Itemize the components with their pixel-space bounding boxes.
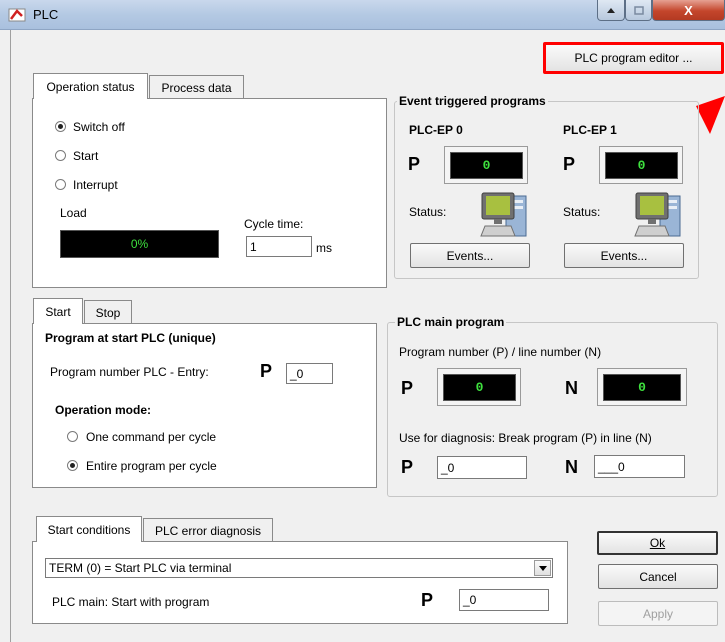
- cancel-label: Cancel: [639, 569, 677, 584]
- tab-stop[interactable]: Stop: [84, 300, 132, 324]
- entry-p-label: P: [260, 361, 273, 381]
- tab-start-conditions-label: Start conditions: [47, 522, 131, 537]
- radio-entire-program[interactable]: [67, 460, 78, 471]
- radio-one-command[interactable]: [67, 431, 78, 442]
- cycle-time-input[interactable]: 1: [246, 236, 312, 257]
- program-line-label: Program number (P) / line number (N): [399, 345, 602, 359]
- ep1-events-label: Events...: [600, 248, 648, 263]
- computer-status-icon: [634, 192, 681, 237]
- main-p-label: P: [401, 378, 414, 398]
- window-title: PLC: [33, 7, 59, 22]
- start-condition-select[interactable]: TERM (0) = Start PLC via terminal: [45, 558, 553, 578]
- radio-interrupt[interactable]: [55, 179, 66, 190]
- tab-plc-error-diagnosis-label: PLC error diagnosis: [154, 523, 262, 538]
- plc-app-icon: [8, 8, 26, 22]
- main-p-display: 0: [443, 374, 516, 401]
- cancel-button[interactable]: Cancel: [598, 564, 718, 589]
- tab-plc-error-diagnosis[interactable]: PLC error diagnosis: [143, 518, 273, 542]
- main-n-display: 0: [603, 374, 681, 401]
- plc-program-editor-label: PLC program editor ...: [574, 51, 693, 65]
- close-button[interactable]: X: [652, 0, 725, 21]
- maximize-button[interactable]: [625, 0, 652, 21]
- ok-label: Ok: [649, 536, 666, 550]
- apply-button[interactable]: Apply: [598, 601, 718, 626]
- cycle-time-unit: ms: [316, 241, 332, 255]
- apply-label: Apply: [642, 606, 674, 621]
- event-programs-legend: Event triggered programs: [397, 94, 548, 108]
- diagnosis-label: Use for diagnosis: Break program (P) in …: [399, 431, 652, 445]
- main-start-program-input[interactable]: _0: [459, 589, 549, 611]
- cycle-time-label: Cycle time:: [244, 217, 304, 231]
- ep0-status-label: Status:: [409, 205, 447, 219]
- red-arrow-icon: [696, 96, 725, 134]
- diag-n-label: N: [565, 457, 578, 477]
- radio-interrupt-label: Interrupt: [73, 178, 118, 192]
- tab-operation-status[interactable]: Operation status: [33, 73, 148, 99]
- tab-stop-label: Stop: [95, 305, 121, 320]
- entry-program-input[interactable]: _0: [286, 363, 333, 384]
- operation-mode-heading: Operation mode:: [55, 403, 152, 417]
- main-start-label: PLC main: Start with program: [52, 595, 210, 609]
- minimize-icon: [607, 8, 615, 13]
- radio-switch-off[interactable]: [55, 121, 66, 132]
- ep0-display: 0: [450, 152, 523, 179]
- tab-process-data-label: Process data: [161, 80, 232, 95]
- plc-program-editor-button[interactable]: PLC program editor ...: [543, 42, 724, 74]
- computer-status-icon: [480, 192, 527, 237]
- ep0-title: PLC-EP 0: [409, 123, 463, 137]
- chevron-down-icon: [538, 565, 547, 571]
- diag-p-label: P: [401, 457, 414, 477]
- diagnosis-n-input[interactable]: ___0: [594, 455, 685, 478]
- radio-one-command-label: One command per cycle: [86, 430, 217, 444]
- load-label: Load: [60, 206, 87, 220]
- maximize-icon: [633, 5, 644, 15]
- main-program-legend: PLC main program: [395, 315, 507, 329]
- main-n-label: N: [565, 378, 578, 398]
- conditions-p-label: P: [421, 590, 434, 610]
- ep1-title: PLC-EP 1: [563, 123, 617, 137]
- start-heading: Program at start PLC (unique): [45, 331, 216, 345]
- radio-entire-program-label: Entire program per cycle: [86, 459, 217, 473]
- radio-start-label: Start: [73, 149, 99, 163]
- ep1-events-button[interactable]: Events...: [564, 243, 684, 268]
- ep1-display: 0: [605, 152, 678, 179]
- ep0-events-label: Events...: [446, 248, 494, 263]
- minimize-button[interactable]: [597, 0, 625, 21]
- ok-button[interactable]: Ok: [597, 531, 718, 555]
- tab-start-label: Start: [45, 304, 71, 319]
- tab-start[interactable]: Start: [33, 298, 83, 324]
- close-icon: X: [684, 2, 693, 18]
- tab-process-data[interactable]: Process data: [149, 75, 244, 99]
- entry-label: Program number PLC - Entry:: [50, 365, 209, 379]
- title-bar[interactable]: PLC X: [0, 0, 725, 30]
- diagnosis-p-input[interactable]: _0: [437, 456, 527, 479]
- tab-operation-status-label: Operation status: [46, 79, 135, 94]
- ep0-events-button[interactable]: Events...: [410, 243, 530, 268]
- ep1-status-label: Status:: [563, 205, 601, 219]
- radio-switch-off-label: Switch off: [73, 120, 125, 134]
- start-condition-value: TERM (0) = Start PLC via terminal: [49, 561, 232, 575]
- tab-start-conditions[interactable]: Start conditions: [36, 516, 142, 542]
- ep1-p-label: P: [563, 154, 576, 174]
- start-conditions-panel: [32, 541, 568, 624]
- radio-start[interactable]: [55, 150, 66, 161]
- load-display: 0%: [60, 230, 219, 258]
- dropdown-button[interactable]: [534, 560, 551, 576]
- ep0-p-label: P: [408, 154, 421, 174]
